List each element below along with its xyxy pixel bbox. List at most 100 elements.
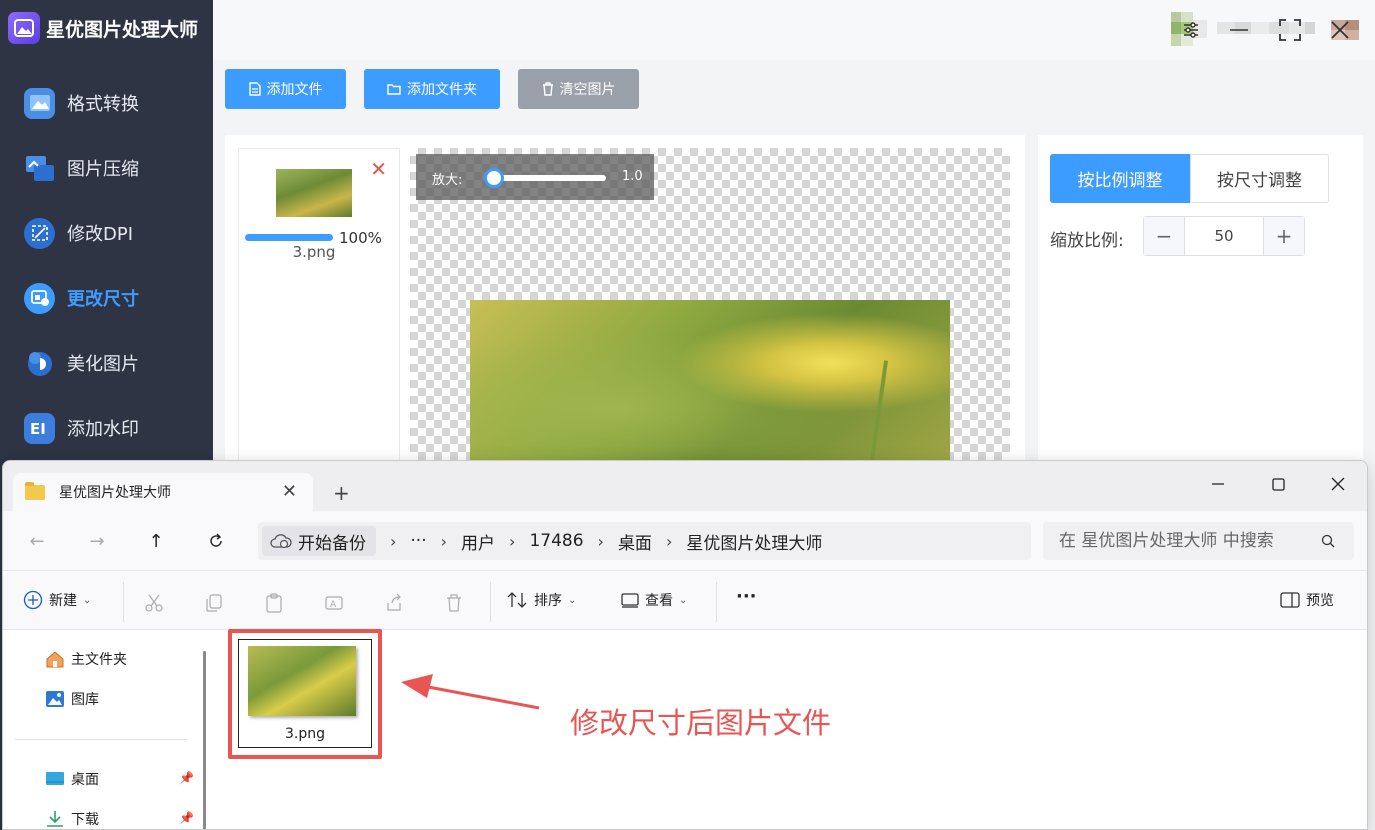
breadcrumb-desktop[interactable]: 桌面 xyxy=(618,529,652,554)
share-icon[interactable] xyxy=(383,592,405,614)
zoom-value: 1.0 xyxy=(622,169,643,184)
search-icon[interactable] xyxy=(1321,534,1335,548)
settings-sliders-icon[interactable] xyxy=(1179,18,1203,42)
add-file-button[interactable]: 添加文件 xyxy=(225,69,346,109)
search-input[interactable] xyxy=(1059,531,1309,551)
nav-label: 格式转换 xyxy=(67,94,139,115)
close-icon[interactable] xyxy=(1323,469,1353,499)
image-preview: 放大: 1.0 xyxy=(410,148,1010,468)
close-icon[interactable] xyxy=(1328,18,1352,42)
delete-icon[interactable] xyxy=(443,592,465,614)
new-tab-icon[interactable]: + xyxy=(333,481,350,505)
new-button[interactable]: 新建 ⌄ xyxy=(23,590,91,610)
zoom-slider-track[interactable] xyxy=(486,175,606,181)
back-arrow-icon[interactable]: ← xyxy=(25,529,49,553)
sidebar-item-home[interactable]: 主文件夹 xyxy=(45,649,127,669)
preview-image xyxy=(470,300,950,468)
minimize-icon[interactable] xyxy=(1203,469,1233,499)
cut-icon[interactable] xyxy=(143,592,165,614)
view-icon xyxy=(621,593,639,608)
nav-label: 美化图片 xyxy=(67,354,139,375)
tab-close-icon[interactable]: ✕ xyxy=(282,481,297,502)
beautify-icon xyxy=(24,347,55,379)
toolbar-divider xyxy=(716,582,717,622)
svg-text:EI: EI xyxy=(30,420,46,437)
file-explorer-window: 星优图片处理大师 ✕ + ← → ↑ 开始备份 › ··· › 用户 › 174… xyxy=(2,460,1368,830)
paste-icon[interactable] xyxy=(263,592,285,614)
up-arrow-icon[interactable]: ↑ xyxy=(144,529,168,553)
highlight-box xyxy=(228,629,382,759)
decrement-button[interactable]: − xyxy=(1144,217,1184,255)
sidebar-item-downloads[interactable]: 下载 xyxy=(45,809,99,829)
tab-scale-by-size[interactable]: 按尺寸调整 xyxy=(1190,154,1329,203)
clear-images-button[interactable]: 清空图片 xyxy=(518,69,639,109)
chevron-right-icon: › xyxy=(440,531,448,551)
file-card[interactable]: ✕ 100% 3.png xyxy=(238,148,400,468)
fullscreen-icon[interactable] xyxy=(1278,18,1302,42)
pin-icon: 📌 xyxy=(179,771,194,785)
sidebar-scrollbar[interactable] xyxy=(203,651,206,829)
breadcrumb-more[interactable]: ··· xyxy=(410,531,426,551)
breadcrumb-current-folder[interactable]: 星优图片处理大师 xyxy=(686,529,822,554)
chevron-right-icon: › xyxy=(509,531,516,551)
forward-arrow-icon[interactable]: → xyxy=(85,529,109,553)
settings-panel: 按比例调整 按尺寸调整 缩放比例: − 50 + xyxy=(1038,135,1363,475)
nav-compress[interactable]: 图片压缩 xyxy=(24,151,139,185)
remove-file-icon[interactable]: ✕ xyxy=(370,159,387,179)
rename-icon[interactable]: A xyxy=(323,592,345,614)
zoom-slider-handle[interactable] xyxy=(484,168,504,188)
view-button[interactable]: 查看 ⌄ xyxy=(621,590,687,610)
nav-resize[interactable]: 更改尺寸 xyxy=(24,281,139,315)
chevron-right-icon: › xyxy=(597,531,604,551)
maximize-icon[interactable] xyxy=(1263,469,1293,499)
nav-watermark[interactable]: EI 添加水印 xyxy=(24,411,139,445)
nav-beautify[interactable]: 美化图片 xyxy=(24,346,139,380)
file-thumbnail xyxy=(276,169,352,217)
chevron-right-icon: › xyxy=(665,531,673,551)
plus-circle-icon xyxy=(23,590,43,610)
explorer-tab-title: 星优图片处理大师 xyxy=(59,485,171,501)
add-folder-button[interactable]: 添加文件夹 xyxy=(364,69,500,109)
breadcrumb-users[interactable]: 用户 xyxy=(461,529,495,554)
chevron-right-icon: › xyxy=(390,531,397,551)
breadcrumb-user-id[interactable]: 17486 xyxy=(529,531,583,551)
nav-format-convert[interactable]: 格式转换 xyxy=(24,86,139,120)
file-name: 3.png xyxy=(292,243,336,261)
folder-icon xyxy=(25,481,45,500)
explorer-title-bar: 星优图片处理大师 ✕ + xyxy=(3,461,1367,511)
nav-label: 添加水印 xyxy=(67,419,139,440)
flower-stem xyxy=(865,360,889,468)
nav-dpi[interactable]: 修改DPI xyxy=(24,216,133,250)
address-bar[interactable]: 开始备份 › ··· › 用户 › 17486 › 桌面 › 星优图片处理大师 xyxy=(258,522,1031,560)
scale-value[interactable]: 50 xyxy=(1184,217,1264,255)
chevron-down-icon: ⌄ xyxy=(679,594,688,606)
sidebar-item-label: 主文件夹 xyxy=(71,652,127,668)
toolbar-divider xyxy=(123,582,124,622)
scale-stepper: − 50 + xyxy=(1143,216,1305,256)
minimize-icon[interactable] xyxy=(1227,18,1251,42)
nav-label: 修改DPI xyxy=(67,224,134,245)
sidebar-item-gallery[interactable]: 图库 xyxy=(45,689,99,709)
new-label: 新建 xyxy=(49,593,77,609)
refresh-icon[interactable] xyxy=(204,529,228,553)
more-options-button[interactable]: ··· xyxy=(736,586,757,607)
download-icon xyxy=(47,811,63,827)
tab-scale-by-ratio[interactable]: 按比例调整 xyxy=(1050,154,1190,203)
add-file-label: 添加文件 xyxy=(266,82,323,98)
increment-button[interactable]: + xyxy=(1264,217,1304,255)
add-folder-label: 添加文件夹 xyxy=(407,82,477,98)
breadcrumb-backup-label: 开始备份 xyxy=(298,533,366,554)
sidebar-item-label: 下载 xyxy=(71,812,99,828)
annotation-text: 修改尺寸后图片文件 xyxy=(570,706,832,740)
sidebar-item-desktop[interactable]: 桌面 xyxy=(45,769,99,789)
sort-button[interactable]: 排序 ⌄ xyxy=(506,590,576,610)
preview-pane-button[interactable]: 预览 xyxy=(1280,590,1334,610)
explorer-tab[interactable]: 星优图片处理大师 ✕ xyxy=(13,473,313,511)
breadcrumb-backup[interactable]: 开始备份 xyxy=(262,526,376,556)
dpi-icon xyxy=(24,217,55,249)
chevron-down-icon: ⌄ xyxy=(568,594,577,606)
sidebar-item-label: 图库 xyxy=(71,692,99,708)
copy-icon[interactable] xyxy=(203,592,225,614)
view-label: 查看 xyxy=(645,593,673,609)
zoom-label: 放大: xyxy=(432,173,463,188)
